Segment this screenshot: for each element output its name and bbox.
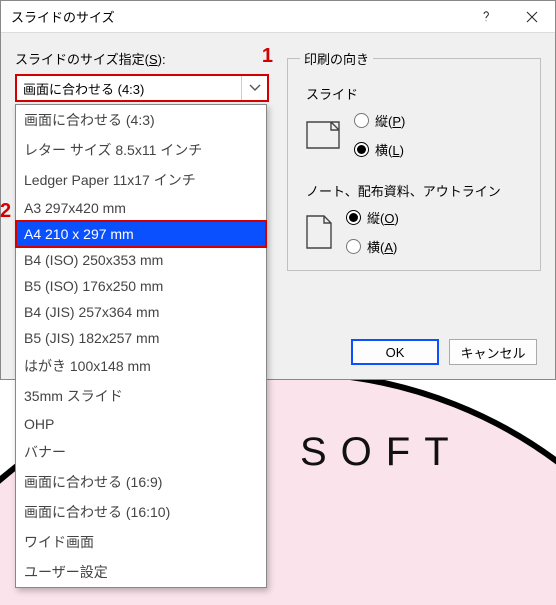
dropdown-item[interactable]: B4 (ISO) 250x353 mm [16, 247, 266, 273]
page-portrait-icon [306, 215, 332, 249]
dropdown-item[interactable]: ユーザー設定 [16, 557, 266, 587]
dropdown-item[interactable]: A3 297x420 mm [16, 195, 266, 221]
slide-size-select[interactable]: 画面に合わせる (4:3) [15, 74, 269, 102]
slide-size-label: スライドのサイズ指定(S): 1 [15, 49, 269, 68]
notes-landscape-radio[interactable] [346, 239, 361, 254]
dropdown-item[interactable]: 画面に合わせる (4:3) [16, 105, 266, 135]
dropdown-item[interactable]: 35mm スライド [16, 381, 266, 411]
notes-portrait-radio[interactable] [346, 210, 361, 225]
notes-sublabel: ノート、配布資料、アウトライン [306, 181, 528, 200]
dialog-title: スライドのサイズ [11, 7, 115, 26]
dropdown-item[interactable]: Ledger Paper 11x17 インチ [16, 165, 266, 195]
dropdown-item[interactable]: B4 (JIS) 257x364 mm [16, 299, 266, 325]
dropdown-item[interactable]: バナー [16, 437, 266, 467]
orientation-legend: 印刷の向き [300, 49, 373, 68]
dropdown-item[interactable]: 画面に合わせる (16:9) [16, 467, 266, 497]
bg-watermark-text: SOFT [300, 430, 463, 475]
orientation-group: 印刷の向き スライド 縦(P) 横(L) [287, 49, 541, 271]
annotation-1: 1 [262, 45, 273, 68]
ok-button[interactable]: OK [351, 339, 439, 365]
slide-size-select-value: 画面に合わせる (4:3) [23, 79, 144, 98]
dropdown-item[interactable]: 画面に合わせる (16:10) [16, 497, 266, 527]
slides-landscape-radio[interactable] [354, 142, 369, 157]
slide-size-dropdown[interactable]: 画面に合わせる (4:3)レター サイズ 8.5x11 インチLedger Pa… [15, 104, 267, 588]
dropdown-item[interactable]: OHP [16, 411, 266, 437]
cancel-button[interactable]: キャンセル [449, 339, 537, 365]
slides-portrait-radio[interactable] [354, 113, 369, 128]
slides-sublabel: スライド [306, 84, 528, 103]
help-button[interactable] [463, 1, 509, 33]
notes-portrait-label: 縦(O) [367, 208, 399, 227]
dropdown-item[interactable]: B5 (JIS) 182x257 mm [16, 325, 266, 351]
dropdown-item[interactable]: レター サイズ 8.5x11 インチ [16, 135, 266, 165]
slides-portrait-label: 縦(P) [375, 111, 405, 130]
title-bar: スライドのサイズ [1, 1, 555, 33]
dropdown-item[interactable]: ワイド画面 [16, 527, 266, 557]
dropdown-item[interactable]: A4 210 x 297 mm [16, 221, 266, 247]
close-button[interactable] [509, 1, 555, 33]
chevron-down-icon [241, 76, 267, 100]
notes-landscape-label: 横(A) [367, 237, 397, 256]
annotation-2: 2 [0, 200, 11, 223]
slides-landscape-label: 横(L) [375, 140, 404, 159]
page-landscape-icon [306, 121, 340, 149]
dropdown-item[interactable]: はがき 100x148 mm [16, 351, 266, 381]
dropdown-item[interactable]: B5 (ISO) 176x250 mm [16, 273, 266, 299]
